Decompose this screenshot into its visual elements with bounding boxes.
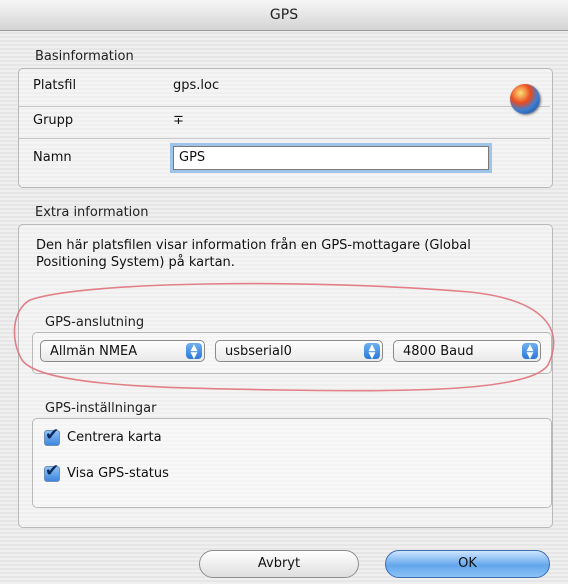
window-titlebar: GPS: [0, 0, 568, 31]
name-field[interactable]: GPS: [173, 146, 489, 170]
baud-popup[interactable]: 4800 Baud ▲ ▼: [393, 340, 541, 362]
basic-info-box: [18, 68, 553, 188]
connection-title: GPS-anslutning: [45, 315, 145, 330]
window-title: GPS: [269, 7, 299, 23]
basic-section-title: Basinformation: [35, 49, 134, 64]
ok-button[interactable]: OK: [385, 550, 550, 578]
updown-arrows-icon: ▲ ▼: [186, 343, 202, 361]
updown-arrows-icon: ▲ ▼: [364, 343, 380, 361]
group-value[interactable]: ∓: [173, 113, 184, 128]
basic-divider-1: [19, 106, 550, 107]
center-map-checkbox[interactable]: ✔: [44, 425, 60, 446]
cancel-button[interactable]: Avbryt: [199, 550, 359, 578]
center-map-label[interactable]: Centrera karta: [67, 430, 162, 445]
updown-arrows-icon: ▲ ▼: [522, 343, 538, 361]
basic-divider-2: [19, 138, 550, 139]
name-label: Namn: [33, 150, 72, 165]
show-status-checkbox[interactable]: ✔: [44, 461, 60, 482]
extra-section-title: Extra information: [35, 205, 149, 220]
port-value: usbserial0: [225, 344, 292, 359]
extra-description: Den här platsfilen visar information frå…: [36, 238, 471, 270]
file-value: gps.loc: [173, 78, 220, 93]
show-status-label[interactable]: Visa GPS-status: [67, 466, 169, 481]
settings-title: GPS-inställningar: [45, 401, 157, 416]
group-label: Grupp: [33, 113, 74, 128]
checkmark-icon: ✔: [45, 425, 60, 445]
file-label: Platsfil: [33, 78, 77, 93]
port-popup[interactable]: usbserial0 ▲ ▼: [215, 340, 383, 362]
protocol-popup[interactable]: Allmän NMEA ▲ ▼: [40, 340, 205, 362]
globe-icon: [510, 84, 540, 114]
baud-value: 4800 Baud: [403, 344, 474, 359]
protocol-value: Allmän NMEA: [50, 344, 138, 359]
checkmark-icon: ✔: [45, 461, 60, 481]
